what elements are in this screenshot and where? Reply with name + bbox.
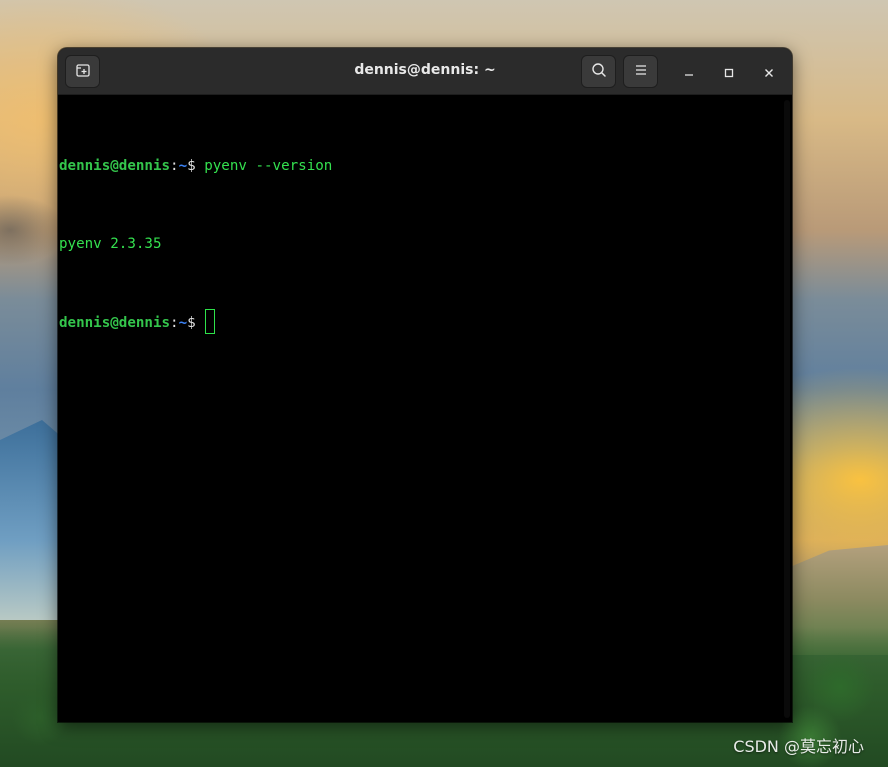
hamburger-menu-icon: [634, 62, 648, 81]
terminal-line: dennis@dennis:~$: [59, 309, 792, 335]
title-bar[interactable]: dennis@dennis: ~: [58, 48, 792, 95]
command-output: pyenv 2.3.35: [59, 236, 162, 252]
terminal-line: dennis@dennis:~$ pyenv --version: [59, 153, 792, 179]
command-input[interactable]: [196, 315, 205, 331]
prompt-separator: :: [170, 158, 179, 174]
minimize-icon: [684, 63, 694, 82]
prompt-user-host: dennis@dennis: [59, 315, 171, 331]
terminal-output-area[interactable]: dennis@dennis:~$ pyenv --version pyenv 2…: [58, 95, 792, 722]
search-icon: [591, 62, 607, 82]
prompt-separator: :: [170, 315, 179, 331]
text-cursor: [205, 309, 216, 334]
search-button[interactable]: [581, 55, 616, 88]
prompt-user-host: dennis@dennis: [59, 158, 171, 174]
command-text: pyenv --version: [195, 158, 333, 174]
minimize-button[interactable]: [677, 60, 701, 84]
close-button[interactable]: [757, 60, 781, 84]
prompt-path: ~: [178, 158, 188, 174]
maximize-button[interactable]: [717, 60, 741, 84]
prompt-symbol: $: [187, 315, 196, 331]
terminal-window: dennis@dennis: ~ dennis@dennis:~$ pyenv …: [58, 48, 792, 722]
prompt-symbol: $: [187, 158, 196, 174]
terminal-line: pyenv 2.3.35: [59, 231, 792, 257]
prompt-path: ~: [178, 315, 188, 331]
menu-button[interactable]: [623, 55, 658, 88]
maximize-icon: [724, 63, 734, 82]
close-icon: [764, 63, 774, 82]
scrollbar[interactable]: [784, 100, 790, 718]
watermark: CSDN @莫忘初心: [733, 737, 864, 756]
